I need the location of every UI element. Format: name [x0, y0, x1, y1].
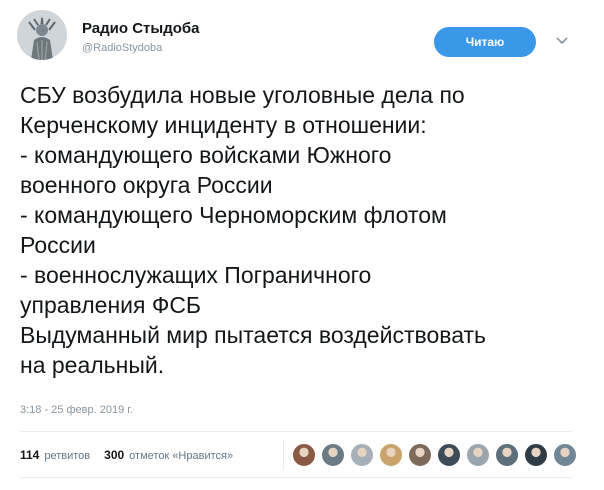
- chevron-down-icon[interactable]: [555, 34, 569, 48]
- retweets-label[interactable]: ретвитов: [44, 450, 90, 462]
- likes-label[interactable]: отметок «Нравится»: [129, 450, 233, 462]
- liker-avatars: [292, 443, 582, 467]
- user-avatar-icon[interactable]: [379, 443, 403, 467]
- divider: [283, 440, 284, 470]
- author-handle[interactable]: @RadioStydoba: [82, 42, 162, 54]
- tweet-timestamp[interactable]: 3:18 - 25 февр. 2019 г.: [20, 404, 133, 416]
- retweets-count[interactable]: 114: [20, 448, 39, 462]
- user-avatar-icon[interactable]: [292, 443, 316, 467]
- divider: [20, 431, 572, 432]
- divider: [20, 477, 572, 478]
- user-avatar-icon[interactable]: [408, 443, 432, 467]
- likes-count[interactable]: 300: [104, 448, 124, 462]
- following-button[interactable]: Читаю: [434, 27, 536, 57]
- user-avatar-icon[interactable]: [495, 443, 519, 467]
- user-avatar-icon[interactable]: [524, 443, 548, 467]
- user-avatar-icon[interactable]: [466, 443, 490, 467]
- tweet-stats: 114 ретвитов 300 отметок «Нравится»: [20, 448, 247, 462]
- author-name[interactable]: Радио Стыдоба: [82, 20, 200, 37]
- user-avatar-icon[interactable]: [350, 443, 374, 467]
- user-avatar-icon[interactable]: [437, 443, 461, 467]
- author-avatar[interactable]: [17, 10, 67, 60]
- user-avatar-icon[interactable]: [321, 443, 345, 467]
- statue-of-liberty-avatar-icon: [17, 10, 67, 60]
- user-avatar-icon[interactable]: [553, 443, 577, 467]
- tweet-text: СБУ возбудила новые уголовные дела по Ке…: [20, 82, 486, 378]
